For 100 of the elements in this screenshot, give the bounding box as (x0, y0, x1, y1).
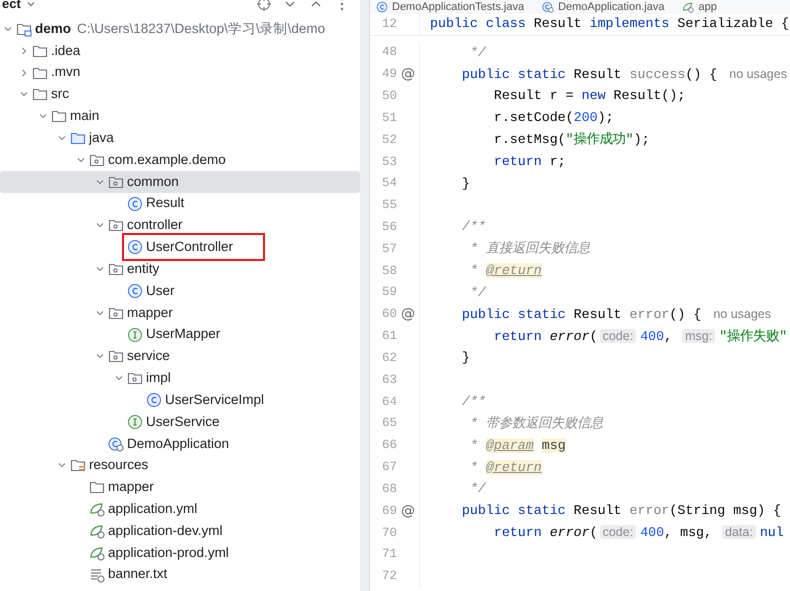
code-line: } (460, 349, 470, 368)
line-number: 62 (380, 350, 397, 367)
tree-item[interactable]: application.yml (0, 498, 360, 520)
line-number: 51 (380, 110, 397, 127)
class-icon (127, 239, 143, 256)
tree-item[interactable]: .idea (0, 40, 360, 62)
code-line: public static Result error() { no usages (460, 306, 772, 324)
line-number: 57 (380, 240, 397, 258)
tree-item[interactable]: src (0, 83, 360, 106)
tree-item[interactable]: common (0, 170, 360, 193)
code-line: return error( code: 400, msg: "操作失败" (492, 328, 788, 346)
line-number: 70 (380, 524, 397, 542)
tree-item[interactable]: java (0, 127, 360, 149)
code-line: public static Result success() { no usages (460, 66, 787, 84)
code-line: } (460, 174, 470, 193)
line-number: 48 (380, 44, 397, 62)
line-number: 67 (380, 459, 397, 476)
line-number: 63 (380, 372, 397, 389)
folder-icon (89, 479, 105, 496)
line-number: 71 (380, 546, 397, 564)
gutter-marker[interactable]: @ (397, 304, 419, 326)
editor-tab[interactable]: DemoApplicationTests.java (370, 0, 536, 14)
tree-item[interactable]: .mvn (0, 62, 360, 84)
code-line: /** (460, 393, 486, 412)
code-line: public static Result error(String msg) { (460, 502, 782, 520)
leaf-icon (89, 544, 105, 561)
tree-item[interactable]: UserService (0, 410, 360, 433)
folder-icon (32, 86, 48, 102)
line-number: 64 (380, 394, 397, 411)
gutter-marker[interactable]: @ (397, 500, 419, 522)
text-file-icon (89, 566, 105, 583)
code-line: * 带参数返回失败信息 (468, 414, 603, 433)
line-number: 56 (380, 218, 397, 236)
leaf-icon (89, 522, 105, 539)
code-line: public class Result implements Serializable { (430, 15, 790, 34)
line-number: 54 (380, 175, 397, 192)
line-number: 49 (380, 66, 397, 84)
tree-item[interactable]: mapper (0, 302, 360, 324)
editor-tab[interactable]: DemoApplication.java (536, 0, 676, 14)
code-line: return r; (492, 152, 566, 171)
tree-item[interactable]: com.example.demo (0, 148, 360, 171)
line-number: 61 (380, 328, 397, 346)
tree-item[interactable]: DemoApplication (0, 432, 360, 455)
interface-icon (127, 414, 143, 430)
tree-item[interactable]: application-prod.yml (0, 542, 360, 564)
folder-icon (70, 130, 86, 146)
tree-item[interactable]: service (0, 345, 360, 368)
code-line: * @param msg (468, 436, 566, 455)
tree-item[interactable]: banner.txt (0, 564, 360, 586)
tree-item[interactable]: impl (0, 367, 360, 390)
class-icon (127, 282, 143, 299)
class-icon (376, 1, 388, 13)
code-line: /** (460, 218, 486, 236)
line-number: 52 (380, 132, 397, 149)
code-line: r.setMsg("操作成功"); (492, 131, 650, 150)
line-number: 66 (380, 437, 397, 454)
tree-item[interactable]: Result (0, 192, 360, 214)
line-number: 59 (380, 284, 397, 302)
folder-icon (51, 108, 67, 124)
package-icon (108, 217, 124, 234)
panel-title: ect (2, 0, 21, 14)
line-number: 68 (380, 480, 397, 498)
line-number: 55 (380, 197, 397, 214)
tree-item[interactable]: UserMapper (0, 324, 360, 346)
interface-icon (127, 326, 143, 342)
class-icon (127, 196, 143, 212)
line-number: 12 (380, 16, 397, 34)
tree-item[interactable]: UserController (0, 236, 360, 258)
class-icon (108, 436, 124, 452)
line-number: 65 (380, 415, 397, 432)
line-number: 58 (380, 262, 397, 280)
line-number: 72 (380, 568, 397, 586)
editor-tab[interactable]: app (676, 0, 729, 14)
line-number: 53 (380, 154, 397, 170)
scrollbar[interactable] (360, 0, 370, 591)
package-icon (127, 370, 143, 386)
code-line: return error( code: 400, msg, data: nul (492, 524, 784, 542)
line-number: 50 (380, 88, 397, 106)
gutter-marker[interactable]: @ (397, 64, 419, 86)
code-line: */ (468, 284, 486, 302)
resources-folder-icon (70, 457, 86, 474)
tree-item[interactable]: UserServiceImpl (0, 389, 360, 411)
package-icon (108, 348, 124, 364)
leaf-icon (89, 501, 105, 518)
tree-item[interactable]: demo C:\Users\18237\Desktop\学习\录制\demo (0, 18, 360, 40)
tree-item[interactable]: entity (0, 258, 360, 280)
tree-item[interactable]: application-dev.yml (0, 520, 360, 542)
tree-item[interactable]: resources (0, 454, 360, 476)
crosshair-icon[interactable] (256, 0, 272, 12)
line-number: 60 (380, 306, 397, 324)
tree-item[interactable]: controller (0, 214, 360, 236)
code-line: r.setCode(200); (492, 109, 614, 128)
class-icon (146, 392, 162, 408)
line-number: 69 (380, 502, 397, 520)
code-line: */ (468, 44, 486, 62)
tree-item[interactable]: mapper (0, 476, 360, 498)
code-line: Result r = new Result(); (492, 87, 686, 106)
tree-item[interactable]: User (0, 280, 360, 302)
package-icon (108, 261, 124, 278)
tree-item[interactable]: main (0, 105, 360, 128)
